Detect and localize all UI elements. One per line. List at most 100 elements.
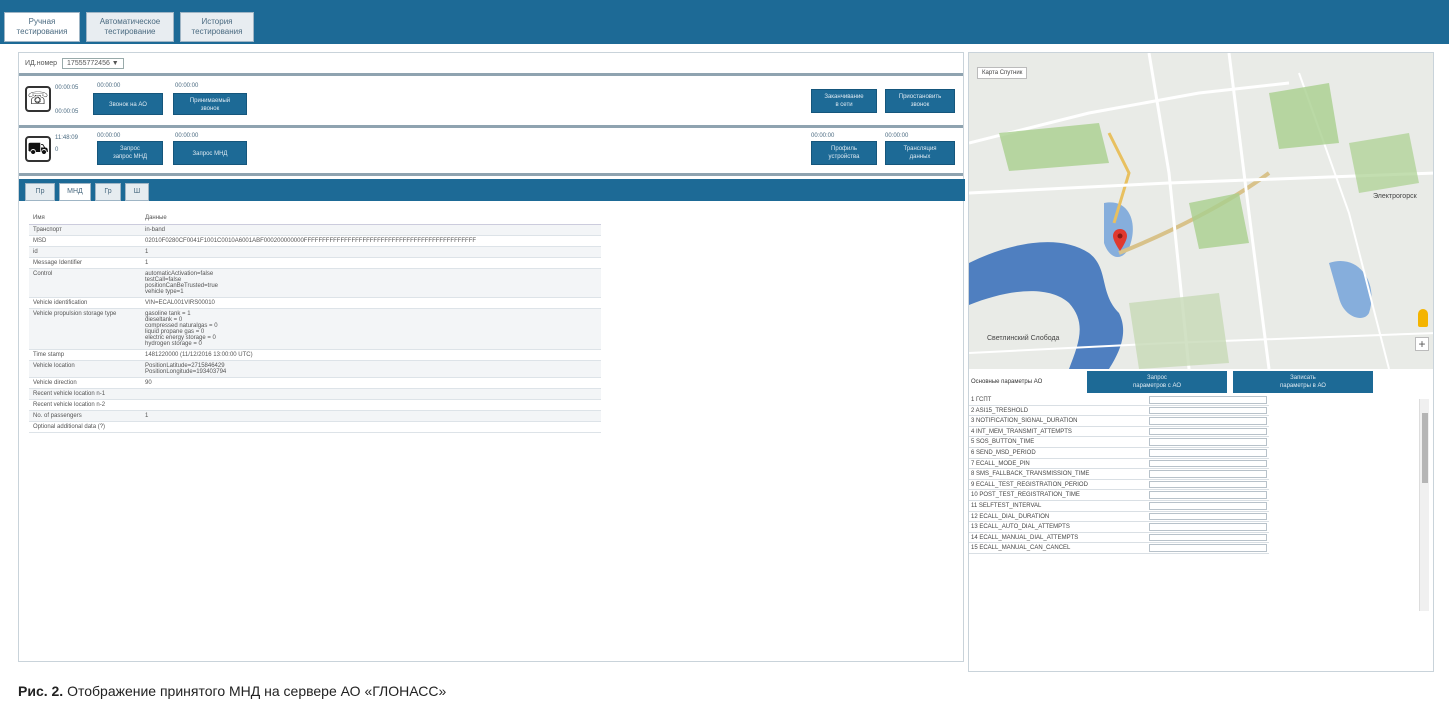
map-label-district: Светлинский Слобода (987, 335, 1060, 342)
table-row[interactable]: No. of passengers 1 (29, 411, 601, 422)
param-value-input[interactable] (1149, 533, 1267, 542)
row-field-name: Recent vehicle location n-2 (33, 402, 106, 408)
param-value-input[interactable] (1149, 406, 1267, 415)
tab-msd[interactable]: МНД (59, 183, 91, 201)
param-value-input[interactable] (1149, 427, 1267, 436)
table-row[interactable]: Vehicle propulsion storage type gasoline … (29, 309, 601, 350)
scrollbar-thumb[interactable] (1422, 413, 1428, 483)
row-field-value (141, 400, 601, 410)
write-params-button[interactable]: Записать параметры в АО (1233, 371, 1373, 393)
row-field-value: VIN=ECAL001VIRS00010 (145, 300, 215, 306)
table-row[interactable]: Vehicle location PositionLatitude=2715846… (29, 361, 601, 378)
param-value-input[interactable] (1149, 448, 1267, 457)
table-row[interactable]: Recent vehicle location n-1 (29, 389, 601, 400)
param-value-input[interactable] (1149, 544, 1267, 552)
param-value-input[interactable] (1149, 470, 1267, 478)
tab-manual-testing[interactable]: Ручная тестирования (4, 12, 80, 42)
call-time-1: 00:00:05 (55, 85, 79, 91)
params-scrollbar[interactable] (1419, 399, 1429, 611)
row-field-name: Control (33, 271, 53, 277)
list-item: 1 ГСПТ (969, 395, 1269, 406)
param-value-input[interactable] (1149, 491, 1267, 499)
param-value-input[interactable] (1149, 512, 1267, 521)
table-row[interactable]: Message Identifier 1 (29, 258, 601, 269)
location-pin-icon (1113, 229, 1127, 251)
list-item: 13 ECALL_AUTO_DIAL_ATTEMPTS (969, 522, 1269, 533)
table-row[interactable]: Optional additional data (?) (29, 422, 601, 433)
hold-call-button[interactable]: Приостановить звонок (885, 89, 955, 113)
list-item: 5 SOS_BUTTON_TIME (969, 437, 1269, 448)
grid-header: Имя Данные (29, 211, 601, 225)
tab-gr[interactable]: Гр (95, 183, 121, 201)
row-field-value: gasoline tank = 1 dieseltank = 0 compres… (145, 311, 218, 347)
row-field-name: Recent vehicle location n-1 (33, 391, 106, 397)
data-tabs-bar: Пр МНД Гр Ш (19, 179, 965, 201)
table-row[interactable]: Vehicle identification VIN=ECAL001VIRS000… (29, 298, 601, 309)
msd-timer-b: 00:00:00 (175, 133, 199, 139)
street-view-pegman-icon[interactable] (1418, 309, 1428, 327)
call-time-2: 00:00:05 (55, 109, 79, 115)
param-value-input[interactable] (1149, 396, 1267, 404)
call-ao-button[interactable]: Звонок на АО (93, 93, 163, 115)
row-field-name: Optional additional data (?) (33, 424, 106, 430)
tab-automatic-testing[interactable]: Автоматическое тестирование (86, 12, 174, 42)
list-item: 12 ECALL_DIAL_DURATION (969, 512, 1269, 523)
msd-time: 11:48:09 (55, 135, 78, 141)
tab-sh[interactable]: Ш (125, 183, 149, 201)
zoom-in-icon[interactable]: + (1415, 337, 1429, 351)
row-field-name: Message Identifier (33, 260, 83, 266)
param-value-input[interactable] (1149, 501, 1267, 510)
accept-call-button[interactable]: Принимаемый звонок (173, 93, 247, 115)
table-row[interactable]: id 1 (29, 247, 601, 258)
device-profile-button[interactable]: Профиль устройства (811, 141, 877, 165)
car-crash-icon: ⛟ (25, 136, 51, 162)
hangup-button[interactable]: Заканчивание в сети (811, 89, 877, 113)
table-row[interactable]: Транспорт in-band (29, 225, 601, 236)
param-name: 3 NOTIFICATION_SIGNAL_DURATION (971, 418, 1078, 425)
param-value-input[interactable] (1149, 438, 1267, 446)
table-row[interactable]: Vehicle direction 90 (29, 378, 601, 389)
top-navigation-bar: Ручная тестирования Автоматическое тести… (0, 0, 1449, 44)
list-item: 7 ECALL_MODE_PIN (969, 459, 1269, 470)
map-view[interactable]: Карта Спутник Светлинский Слобода Электр… (969, 53, 1433, 383)
param-name: 9 ECALL_TEST_REGISTRATION_PERIOD (971, 481, 1088, 488)
tab-pr[interactable]: Пр (25, 183, 55, 201)
table-row[interactable]: Time stamp 1481220000 (11/12/2016 13:00:0… (29, 350, 601, 361)
map-type-toggle[interactable]: Карта Спутник (977, 67, 1028, 79)
map-and-params-panel: Карта Спутник Светлинский Слобода Электр… (968, 52, 1434, 672)
list-item: 15 ECALL_MANUAL_CAN_CANCEL (969, 543, 1269, 554)
param-name: 14 ECALL_MANUAL_DIAL_ATTEMPTS (971, 534, 1079, 541)
list-item: 6 SEND_MSD_PERIOD (969, 448, 1269, 459)
list-item: 8 SMS_FALLBACK_TRANSMISSION_TIME (969, 469, 1269, 480)
caption-text: Отображение принятого МНД на сервере АО … (63, 683, 447, 699)
read-params-button[interactable]: Запрос параметров с АО (1087, 371, 1227, 393)
row-field-name: Vehicle identification (33, 300, 88, 306)
data-transfer-button[interactable]: Трансляция данных (885, 141, 955, 165)
testing-panel: ИД.номер 17555772456 ▼ ☏ 00:00:05 00:00:… (18, 52, 965, 662)
list-item: 4 INT_MEM_TRANSMIT_ATTEMPTS (969, 427, 1269, 438)
call-timer-a: 00:00:00 (97, 83, 121, 89)
row-field-name: Транспорт (33, 227, 62, 233)
param-name: 7 ECALL_MODE_PIN (971, 460, 1030, 467)
row-field-value: 02010F0280CF0041F1001C0010A6001ABF000200… (145, 238, 477, 244)
param-value-input[interactable] (1149, 459, 1267, 468)
msd-timer-d: 00:00:00 (885, 133, 909, 139)
table-row[interactable]: MSD 02010F0280CF0041F1001C0010A6001ABF000… (29, 236, 601, 247)
row-field-value: PositionLatitude=2715846429 PositionLong… (145, 363, 227, 375)
param-name: 15 ECALL_MANUAL_CAN_CANCEL (971, 545, 1071, 552)
msd-count: 0 (55, 147, 59, 153)
imei-select[interactable]: 17555772456 ▼ (62, 58, 124, 69)
divider (19, 125, 963, 128)
list-item: 11 SELFTEST_INTERVAL (969, 501, 1269, 512)
param-name: 11 SELFTEST_INTERVAL (971, 502, 1042, 509)
table-row[interactable]: Recent vehicle location n-2 (29, 400, 601, 411)
msd-button[interactable]: Запрос МНД (173, 141, 247, 165)
tab-testing-history[interactable]: История тестирования (180, 12, 254, 42)
imei-row: ИД.номер 17555772456 ▼ (25, 58, 124, 69)
map-label-east: Электрогорск (1373, 193, 1417, 200)
param-value-input[interactable] (1149, 417, 1267, 425)
table-row[interactable]: Control automaticActivation=false testCal… (29, 269, 601, 298)
param-value-input[interactable] (1149, 480, 1267, 489)
param-value-input[interactable] (1149, 523, 1267, 531)
request-msd-button[interactable]: Запрос запрос МНД (97, 141, 163, 165)
